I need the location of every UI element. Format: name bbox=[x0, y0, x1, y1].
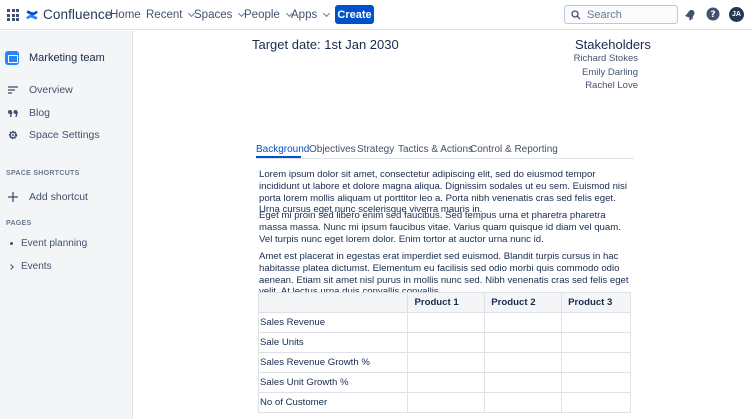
table-cell[interactable] bbox=[407, 352, 486, 373]
nav-people-label: People bbox=[244, 9, 280, 21]
table-row-label: Sales Revenue bbox=[257, 312, 409, 333]
sidebar-item-label: Space Settings bbox=[29, 129, 100, 141]
quote-icon bbox=[8, 110, 18, 118]
page-tree-item-event-planning[interactable]: Event planning bbox=[10, 238, 87, 249]
table-cell[interactable] bbox=[407, 312, 486, 333]
add-shortcut-button[interactable]: Add shortcut bbox=[7, 191, 88, 203]
page-tree-item-events[interactable]: Events bbox=[8, 261, 52, 272]
table-cell[interactable] bbox=[561, 372, 631, 393]
table-row: No of Customer bbox=[257, 392, 631, 413]
nav-spaces-label: Spaces bbox=[194, 9, 233, 21]
table-cell[interactable] bbox=[407, 372, 486, 393]
create-button[interactable]: Create bbox=[335, 5, 374, 24]
tab-control-reporting[interactable]: Control & Reporting bbox=[470, 144, 558, 155]
sidebar-item-space-settings[interactable]: Space Settings bbox=[7, 129, 100, 141]
table-row: Sale Units bbox=[257, 332, 631, 353]
nav-home[interactable]: Home bbox=[110, 9, 141, 21]
table-header-cell: Product 1 bbox=[407, 292, 486, 313]
sidebar-item-blog[interactable]: Blog bbox=[7, 107, 50, 119]
bullet-icon bbox=[10, 242, 13, 245]
stakeholder-name: Rachel Love bbox=[585, 80, 638, 91]
table-row: Sales Revenue Growth % bbox=[257, 352, 631, 373]
stakeholder-name: Emily Darling bbox=[582, 67, 638, 78]
sidebar-item-label: Overview bbox=[29, 84, 73, 96]
table-header-cell: Product 3 bbox=[561, 292, 631, 313]
table-cell[interactable] bbox=[484, 332, 563, 353]
table-cell[interactable] bbox=[484, 372, 563, 393]
tab-background[interactable]: Background bbox=[256, 144, 309, 155]
chevron-down-icon bbox=[323, 9, 331, 18]
table-row-label: Sales Unit Growth % bbox=[257, 372, 409, 393]
space-icon bbox=[5, 51, 19, 65]
tab-tactics-actions[interactable]: Tactics & Actions bbox=[398, 144, 473, 155]
table-cell[interactable] bbox=[484, 312, 563, 333]
body-paragraph: Eget mi proin sed libero enim sed faucib… bbox=[259, 210, 621, 245]
table-row: Sales Revenue bbox=[257, 312, 631, 333]
page-tree-label: Event planning bbox=[21, 238, 88, 249]
nav-home-label: Home bbox=[110, 9, 141, 21]
content-tabs: Background Objectives Strategy Tactics &… bbox=[256, 142, 634, 159]
space-header[interactable]: Marketing team bbox=[5, 51, 105, 65]
page-tree-label: Events bbox=[21, 261, 52, 272]
svg-text:?: ? bbox=[710, 10, 715, 20]
target-date: Target date: 1st Jan 2030 bbox=[252, 37, 399, 52]
nav-recent-label: Recent bbox=[146, 9, 183, 21]
active-tab-indicator bbox=[256, 156, 301, 158]
nav-people[interactable]: People bbox=[244, 9, 293, 21]
table-row-label: Sales Revenue Growth % bbox=[257, 352, 409, 373]
table-header-row: Product 1 Product 2 Product 3 bbox=[257, 292, 631, 313]
table-cell[interactable] bbox=[561, 332, 631, 353]
table-cell[interactable] bbox=[407, 332, 486, 353]
notification-icon[interactable] bbox=[684, 7, 698, 21]
gear-icon bbox=[8, 130, 18, 140]
table-cell[interactable] bbox=[561, 312, 631, 333]
confluence-logo[interactable]: Confluence bbox=[25, 7, 112, 22]
table-header-cell: Product 2 bbox=[484, 292, 563, 313]
add-shortcut-label: Add shortcut bbox=[29, 191, 88, 203]
table-header-cell bbox=[257, 292, 409, 313]
top-navigation: Confluence Home Recent Spaces People App… bbox=[0, 0, 752, 30]
confluence-logo-icon bbox=[26, 9, 38, 20]
nav-apps-label: Apps bbox=[291, 9, 318, 21]
nav-spaces[interactable]: Spaces bbox=[194, 9, 246, 21]
search-input[interactable]: Search bbox=[564, 5, 678, 24]
table-row: Sales Unit Growth % bbox=[257, 372, 631, 393]
sidebar-item-label: Blog bbox=[29, 107, 51, 119]
tab-strategy[interactable]: Strategy bbox=[357, 144, 394, 155]
pages-heading: PAGES bbox=[6, 220, 32, 227]
search-placeholder: Search bbox=[587, 8, 622, 21]
brand-name: Confluence bbox=[43, 7, 113, 22]
table-cell[interactable] bbox=[561, 392, 631, 413]
sidebar: Marketing team Overview Blog Space Setti… bbox=[0, 31, 133, 419]
space-name: Marketing team bbox=[29, 52, 105, 64]
space-shortcuts-heading: SPACE SHORTCUTS bbox=[6, 170, 80, 177]
stakeholders-title: Stakeholders bbox=[575, 37, 651, 52]
chevron-right-icon[interactable] bbox=[8, 263, 14, 270]
app-switcher-icon[interactable] bbox=[7, 9, 19, 21]
table-cell[interactable] bbox=[407, 392, 486, 413]
tab-objectives[interactable]: Objectives bbox=[309, 144, 356, 155]
table-cell[interactable] bbox=[484, 352, 563, 373]
table-row-label: Sale Units bbox=[257, 332, 409, 353]
sidebar-item-overview[interactable]: Overview bbox=[7, 84, 73, 96]
help-icon[interactable]: ? bbox=[706, 7, 720, 21]
table-cell[interactable] bbox=[484, 392, 563, 413]
avatar[interactable]: JA bbox=[729, 7, 744, 22]
search-icon bbox=[571, 9, 581, 19]
nav-recent[interactable]: Recent bbox=[146, 9, 196, 21]
overview-icon bbox=[8, 86, 18, 94]
table-row-label: No of Customer bbox=[257, 392, 409, 413]
stakeholder-name: Richard Stokes bbox=[573, 53, 638, 64]
table-cell[interactable] bbox=[561, 352, 631, 373]
nav-apps[interactable]: Apps bbox=[291, 9, 331, 21]
metrics-table: Product 1 Product 2 Product 3 Sales Reve… bbox=[257, 292, 631, 413]
plus-icon bbox=[8, 192, 18, 202]
